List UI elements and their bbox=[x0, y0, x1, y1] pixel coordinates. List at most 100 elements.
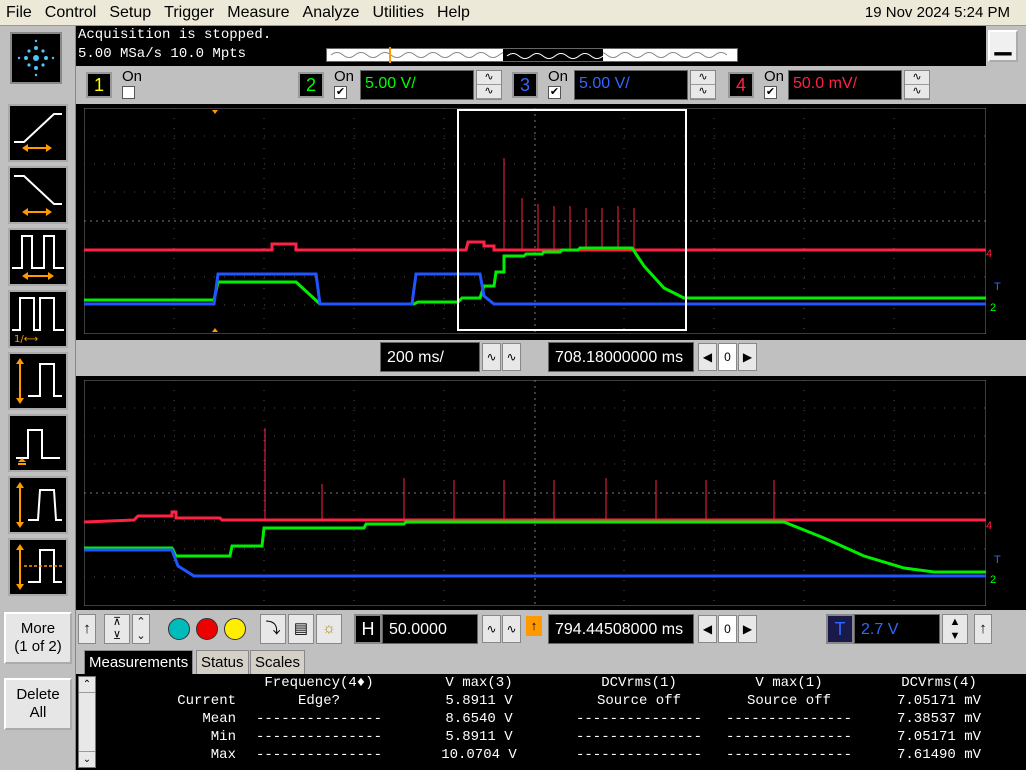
main-waveform-area[interactable]: ← 4 T 2 bbox=[76, 104, 1026, 340]
position-left-icon[interactable]: ◀ bbox=[698, 343, 717, 371]
channel-2-checkbox[interactable]: ✔ bbox=[334, 86, 347, 99]
measurements-table: Frequency(4♦) V max(3) DCVrms(1) V max(1… bbox=[96, 674, 1021, 764]
table-row: Mean --------------- 8.6540 V ----------… bbox=[96, 710, 1014, 728]
brightness-icon[interactable]: ☼ bbox=[316, 614, 342, 644]
position-zero-button[interactable]: 0 bbox=[718, 343, 737, 371]
table-cell: 5.8911 V bbox=[445, 693, 513, 709]
menu-analyze[interactable]: Analyze bbox=[297, 0, 367, 26]
zoom-position-zero-button[interactable]: 0 bbox=[718, 615, 737, 643]
trigger-button[interactable]: T bbox=[826, 614, 854, 644]
zoom-time-scale[interactable]: 50.0000 ms/ bbox=[382, 614, 478, 668]
setup-hold-trigger-icon[interactable] bbox=[8, 352, 68, 410]
menu-help[interactable]: Help bbox=[431, 0, 477, 26]
channel-1-checkbox[interactable] bbox=[122, 86, 135, 99]
channel-1-button[interactable]: 1 bbox=[86, 72, 112, 98]
tab-scales[interactable]: Scales bbox=[250, 650, 306, 674]
channel-3-button[interactable]: 3 bbox=[512, 72, 538, 98]
wave-down-icon[interactable]: ∿ bbox=[905, 85, 929, 99]
menu-trigger[interactable]: Trigger bbox=[158, 0, 221, 26]
zoom-scale-increase-icon[interactable]: ∿ bbox=[502, 615, 521, 643]
position-right-icon[interactable]: ▶ bbox=[738, 343, 757, 371]
channel-2-on-label: On bbox=[334, 68, 355, 85]
channel-4-checkbox[interactable]: ✔ bbox=[764, 86, 777, 99]
minimize-button[interactable]: ▁ bbox=[988, 30, 1018, 62]
table-cell: --------------- bbox=[255, 747, 383, 763]
pointer-icon[interactable]: ↑ bbox=[78, 614, 96, 644]
glitch-trigger-icon[interactable]: 1/⟷ bbox=[8, 290, 68, 348]
scale-decrease-icon[interactable]: ∿ bbox=[482, 343, 501, 371]
delete-all-button[interactable]: Delete All bbox=[4, 678, 72, 730]
wave-up-icon[interactable]: ∿ bbox=[477, 71, 501, 85]
zoom-icon[interactable]: ⤵ bbox=[260, 614, 286, 644]
channel-2-scale-spinner[interactable]: ∿ ∿ bbox=[476, 70, 502, 100]
channel-4-button[interactable]: 4 bbox=[728, 72, 754, 98]
falling-edge-trigger-icon[interactable] bbox=[8, 166, 68, 224]
zoom-waveform-area[interactable]: 4 T 2 bbox=[76, 376, 1026, 610]
channel-2-scale[interactable]: 5.00 V/ bbox=[360, 70, 474, 100]
more-button[interactable]: More (1 of 2) bbox=[4, 612, 72, 664]
acquisition-status: Acquisition is stopped. bbox=[78, 27, 272, 43]
horizontal-button[interactable]: H bbox=[354, 614, 382, 644]
scale-increase-icon[interactable]: ∿ bbox=[502, 343, 521, 371]
table-cell: 8.6540 V bbox=[445, 711, 513, 727]
keysight-logo-icon[interactable] bbox=[10, 32, 62, 84]
wave-down-icon[interactable]: ∿ bbox=[477, 85, 501, 99]
table-header: DCVrms(4) bbox=[901, 675, 977, 691]
table-header: Frequency(4♦) bbox=[264, 675, 374, 691]
vertical-adjust-icon[interactable]: ⌃ ⌄ bbox=[132, 614, 150, 644]
window-trigger-icon[interactable] bbox=[8, 538, 68, 596]
menu-setup[interactable]: Setup bbox=[103, 0, 158, 26]
memory-overview-bar[interactable] bbox=[326, 47, 738, 63]
pointer-right-icon[interactable]: ↑ bbox=[974, 614, 992, 644]
channel-4-scale-spinner[interactable]: ∿ ∿ bbox=[904, 70, 930, 100]
scroll-up-icon[interactable]: ⌃ bbox=[79, 677, 95, 693]
menu-file[interactable]: File bbox=[0, 0, 39, 26]
measurements-scrollbar[interactable]: ⌃ ⌄ bbox=[78, 676, 96, 768]
wave-up-icon[interactable]: ∿ bbox=[691, 71, 715, 85]
pulse-width-trigger-icon[interactable] bbox=[8, 228, 68, 286]
trigger-level[interactable]: 2.7 V bbox=[854, 614, 940, 644]
run-mode-icon[interactable] bbox=[168, 618, 190, 640]
channel-1-on-label: On bbox=[122, 68, 143, 85]
tab-status[interactable]: Status bbox=[196, 650, 249, 674]
channel-2-marker-bottom: 2 bbox=[990, 574, 997, 586]
transition-trigger-icon[interactable] bbox=[8, 476, 68, 534]
channel-4-scale[interactable]: 50.0 mV/ bbox=[788, 70, 902, 100]
zoom-scale-decrease-icon[interactable]: ∿ bbox=[482, 615, 501, 643]
wave-up-icon[interactable]: ∿ bbox=[905, 71, 929, 85]
wave-down-icon[interactable]: ∿ bbox=[691, 85, 715, 99]
tab-measurements[interactable]: Measurements bbox=[84, 650, 194, 674]
more-label: More bbox=[20, 620, 56, 637]
bottom-tabs: Measurements Status Scales bbox=[76, 650, 1026, 674]
table-cell: Max bbox=[210, 747, 236, 763]
memory-window[interactable] bbox=[503, 49, 604, 61]
rising-edge-trigger-icon[interactable] bbox=[8, 104, 68, 162]
menu-measure[interactable]: Measure bbox=[221, 0, 296, 26]
table-cell: --------------- bbox=[575, 747, 703, 763]
scroll-down-icon[interactable]: ⌄ bbox=[79, 751, 95, 767]
zoom-position-right-icon[interactable]: ▶ bbox=[738, 615, 757, 643]
channel-4-marker-bottom: 4 bbox=[986, 520, 993, 532]
memory-trigger-marker bbox=[389, 47, 391, 63]
trigger-level-spinner-icon[interactable]: ▲ ▼ bbox=[942, 614, 968, 644]
main-time-position[interactable]: 708.18000000 ms bbox=[548, 342, 694, 372]
zoom-waveform-display[interactable] bbox=[84, 380, 986, 606]
channel-3-scale-spinner[interactable]: ∿ ∿ bbox=[690, 70, 716, 100]
vertical-spinner-icon[interactable]: ⊼ ⊻ bbox=[104, 614, 130, 644]
channel-3-checkbox[interactable]: ✔ bbox=[548, 86, 561, 99]
runt-trigger-icon[interactable] bbox=[8, 414, 68, 472]
table-cell: Source off bbox=[596, 693, 681, 709]
menu-control[interactable]: Control bbox=[39, 0, 104, 26]
print-icon[interactable]: ▤ bbox=[288, 614, 314, 644]
channel-4-marker-top: 4 bbox=[986, 248, 993, 260]
main-waveform-display[interactable]: ← bbox=[84, 108, 986, 334]
channel-3-scale[interactable]: 5.00 V/ bbox=[574, 70, 688, 100]
single-acquisition-icon[interactable] bbox=[224, 618, 246, 640]
menu-utilities[interactable]: Utilities bbox=[366, 0, 431, 26]
zoom-time-position[interactable]: 794.44508000 ms bbox=[548, 614, 694, 644]
zoom-position-left-icon[interactable]: ◀ bbox=[698, 615, 717, 643]
main-time-scale[interactable]: 200 ms/ bbox=[380, 342, 480, 372]
stop-icon[interactable] bbox=[196, 618, 218, 640]
channel-2-button[interactable]: 2 bbox=[298, 72, 324, 98]
table-cell: Mean bbox=[202, 711, 236, 727]
